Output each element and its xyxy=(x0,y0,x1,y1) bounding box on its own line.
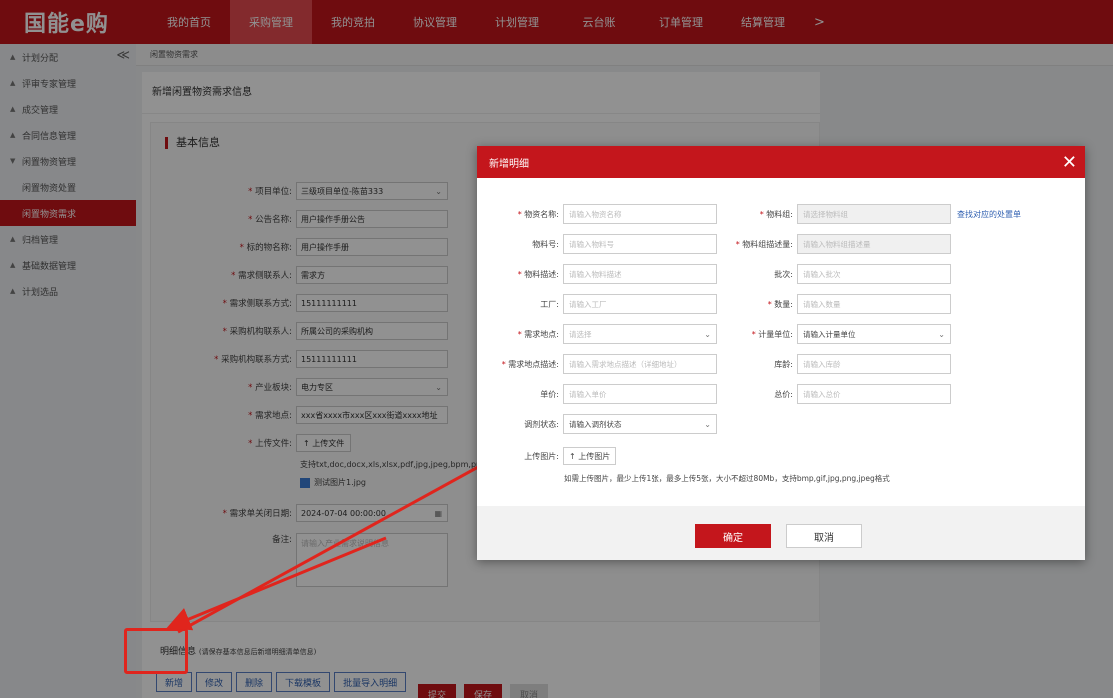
field-label: 批次: xyxy=(774,269,793,279)
field-label: 总价: xyxy=(774,389,793,399)
place-desc-input[interactable]: 请输入需求地点描述（详细地址） xyxy=(563,354,717,374)
row-place-desc: * 需求地点描述: 请输入需求地点描述（详细地址） xyxy=(477,354,717,374)
field-label: 上传图片: xyxy=(524,451,559,461)
field-label: 调剂状态: xyxy=(524,419,559,429)
chevron-down-icon: ⌄ xyxy=(938,329,945,339)
row-total-price: 总价: 请输入总价 xyxy=(713,384,951,404)
row-material-desc: * 物料描述: 请输入物料描述 xyxy=(477,264,717,284)
chevron-down-icon: ⌄ xyxy=(704,419,711,429)
row-group-desc: * 物料组描述量: 请输入物料组描述量 xyxy=(713,234,951,254)
row-unit-price: 单价: 请输入单价 xyxy=(477,384,717,404)
row-material-group: * 物料组: 请选择物料组 xyxy=(713,204,951,224)
factory-input[interactable]: 请输入工厂 xyxy=(563,294,717,314)
modal-title: 新增明细 xyxy=(489,158,529,170)
row-quantity: * 数量: 请输入数量 xyxy=(713,294,951,314)
modal-header: 新增明细 ✕ xyxy=(477,146,1085,178)
field-label: * 物料描述: xyxy=(517,269,559,279)
close-icon[interactable]: ✕ xyxy=(1062,152,1077,173)
find-disposal-link[interactable]: 查找对应的处置单 xyxy=(957,209,1021,220)
field-label: * 物资名称: xyxy=(517,209,559,219)
upload-image-button[interactable]: ↑ 上传图片 xyxy=(563,447,617,465)
row-transfer-status: 调剂状态: 请输入调剂状态 ⌄ xyxy=(477,414,717,434)
field-label: * 物料组描述量: xyxy=(735,239,793,249)
field-label: * 需求地点: xyxy=(517,329,559,339)
unit-price-input[interactable]: 请输入单价 xyxy=(563,384,717,404)
field-label: 单价: xyxy=(540,389,559,399)
material-group-input[interactable]: 请选择物料组 xyxy=(797,204,951,224)
confirm-button[interactable]: 确定 xyxy=(695,524,771,548)
row-material-no: 物料号: 请输入物料号 xyxy=(477,234,717,254)
row-age: 库龄: 请输入库龄 xyxy=(713,354,951,374)
row-factory: 工厂: 请输入工厂 xyxy=(477,294,717,314)
demand-place-select[interactable]: 请选择 ⌄ xyxy=(563,324,717,344)
row-unit: * 计量单位: 请输入计量单位 ⌄ xyxy=(713,324,951,344)
field-label: * 计量单位: xyxy=(751,329,793,339)
quantity-input[interactable]: 请输入数量 xyxy=(797,294,951,314)
material-no-input[interactable]: 请输入物料号 xyxy=(563,234,717,254)
row-batch: 批次: 请输入批次 xyxy=(713,264,951,284)
batch-input[interactable]: 请输入批次 xyxy=(797,264,951,284)
field-label: 工厂: xyxy=(540,299,559,309)
modal-cancel-button[interactable]: 取消 xyxy=(786,524,862,548)
unit-select[interactable]: 请输入计量单位 ⌄ xyxy=(797,324,951,344)
material-name-input[interactable]: 请输入物资名称 xyxy=(563,204,717,224)
material-desc-input[interactable]: 请输入物料描述 xyxy=(563,264,717,284)
field-label: 库龄: xyxy=(774,359,793,369)
group-desc-input[interactable]: 请输入物料组描述量 xyxy=(797,234,951,254)
field-label: * 需求地点描述: xyxy=(501,359,559,369)
field-label: * 数量: xyxy=(767,299,793,309)
annotation-highlight-box xyxy=(124,628,188,674)
add-detail-modal: 新增明细 ✕ * 物资名称: 请输入物资名称 物料号: 请输入物料号 * 物料描… xyxy=(477,146,1085,560)
modal-footer xyxy=(477,506,1085,560)
field-label: 物料号: xyxy=(532,239,559,249)
upload-image-hint: 如需上传图片，最少上传1张，最多上传5张，大小不超过80Mb，支持bmp,gif… xyxy=(564,474,890,483)
field-label: * 物料组: xyxy=(759,209,793,219)
row-material-name: * 物资名称: 请输入物资名称 xyxy=(477,204,717,224)
total-price-input[interactable]: 请输入总价 xyxy=(797,384,951,404)
row-demand-place: * 需求地点: 请选择 ⌄ xyxy=(477,324,717,344)
row-upload-image: 上传图片: ↑ 上传图片 xyxy=(477,446,617,466)
age-input[interactable]: 请输入库龄 xyxy=(797,354,951,374)
transfer-status-select[interactable]: 请输入调剂状态 ⌄ xyxy=(563,414,717,434)
